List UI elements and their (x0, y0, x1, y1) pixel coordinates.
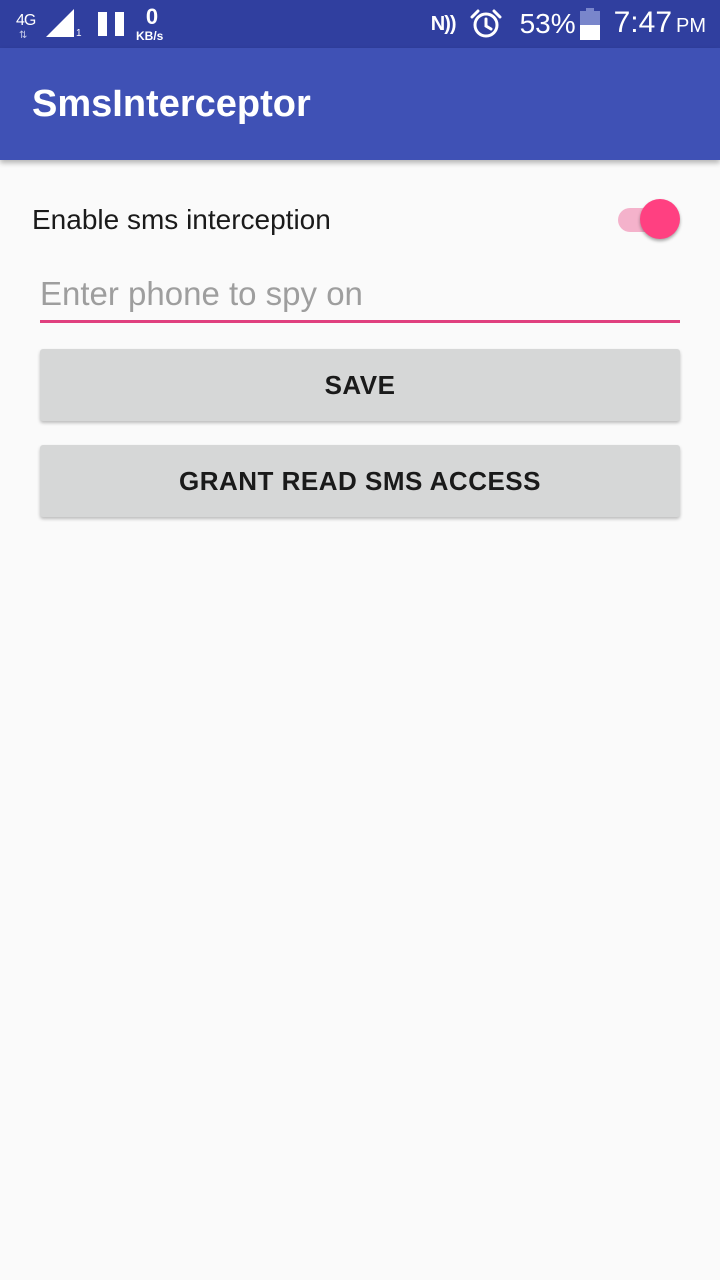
battery-level-fill (579, 25, 600, 40)
status-bar: 4G ⇅ 1 0 KB/s N)) 53% 7:47 PM (0, 0, 720, 48)
grant-read-sms-access-button[interactable]: GRANT READ SMS ACCESS (40, 445, 680, 517)
network-speed-unit: KB/s (136, 29, 164, 43)
status-bar-right: N)) 53% 7:47 PM (431, 0, 706, 48)
phone-input[interactable] (40, 268, 680, 323)
battery-icon (579, 8, 600, 40)
clock-ampm: PM (676, 14, 706, 37)
nfc-icon: N)) (430, 12, 457, 35)
pause-icon (98, 12, 124, 36)
network-type-indicator: 4G ⇅ (16, 7, 42, 41)
enable-interception-switch[interactable] (616, 198, 684, 242)
network-type-label: 4G (16, 12, 36, 29)
battery-percent: 53% (519, 8, 576, 39)
network-speed: 0 KB/s (136, 2, 176, 46)
clock-time: 7:47 (613, 5, 672, 39)
network-speed-value: 0 (145, 4, 159, 29)
data-activity-icon: ⇅ (19, 30, 28, 41)
sim-slot-label: 1 (76, 28, 82, 39)
switch-thumb (640, 199, 680, 239)
app-bar: SmsInterceptor (0, 48, 720, 160)
status-bar-left: 4G ⇅ 1 0 KB/s (16, 0, 176, 48)
save-button[interactable]: SAVE (40, 349, 680, 421)
signal-icon: 1 (46, 9, 82, 39)
app-title: SmsInterceptor (32, 83, 311, 125)
enable-interception-label: Enable sms interception (32, 204, 331, 235)
status-clock: 7:47 PM (613, 5, 706, 41)
alarm-icon (470, 9, 502, 38)
